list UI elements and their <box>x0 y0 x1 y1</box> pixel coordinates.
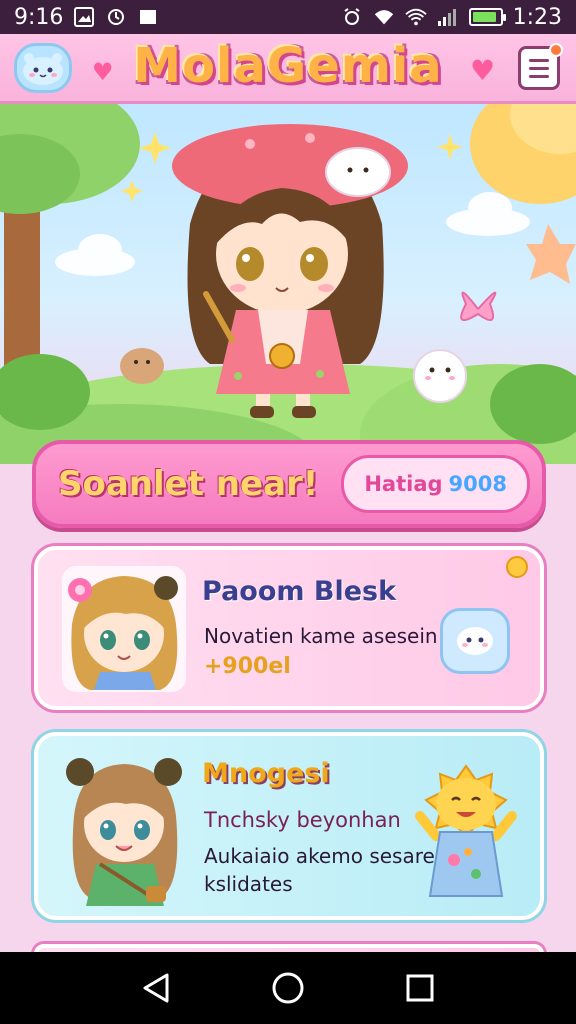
status-bar: 9:16 1:23 <box>0 0 576 34</box>
status-clock: 1:23 <box>512 4 562 30</box>
hero-scene <box>0 104 576 464</box>
event-banner[interactable]: Soanlet near! Hatiag 9008 <box>32 440 546 528</box>
menu-line <box>529 74 549 78</box>
chat-bubble-icon <box>457 627 493 655</box>
back-button[interactable] <box>126 958 186 1018</box>
battery-icon <box>468 8 506 26</box>
heart-icon: ♥ <box>470 54 496 87</box>
battery-level <box>472 12 496 22</box>
home-button[interactable] <box>258 958 318 1018</box>
card-description: Aukaiaio akemo sesare <box>204 844 435 868</box>
character-card[interactable]: Mnogesi Tnchsky beyonhan Aukaiaio akemo … <box>34 732 544 920</box>
cell-signal-icon <box>437 6 459 28</box>
menu-line <box>529 66 549 70</box>
menu-line <box>529 58 549 62</box>
card-description: Novatien kame asesein <box>204 624 438 648</box>
status-time: 9:16 <box>14 4 64 30</box>
character-card[interactable]: Paoom Blesk Novatien kame asesein +900el <box>34 546 544 710</box>
rating-value: 9008 <box>448 472 507 496</box>
card-reward: +900el <box>204 654 291 679</box>
notification-dot <box>549 43 563 57</box>
mascot-character <box>415 764 517 897</box>
sync-icon <box>105 6 127 28</box>
home-circle-icon <box>272 972 304 1004</box>
alarm-icon <box>341 6 363 28</box>
card-title: Mnogesi <box>202 758 330 789</box>
wifi-icon <box>373 6 395 28</box>
card-description-cont: kslidates <box>204 872 293 896</box>
card-subtitle: Tnchsky beyonhan <box>204 808 401 832</box>
character-avatar <box>66 758 182 906</box>
recents-square-icon <box>406 974 434 1002</box>
gallery-icon <box>73 6 95 28</box>
card-title: Paoom Blesk <box>202 576 397 607</box>
emoji-badge-icon <box>506 556 528 578</box>
status-left: 9:16 <box>14 5 159 30</box>
recents-button[interactable] <box>390 958 450 1018</box>
hero-illustration <box>0 104 576 464</box>
notification-square-icon <box>137 6 159 28</box>
chat-button[interactable] <box>440 608 510 674</box>
status-right: 1:23 <box>341 5 562 30</box>
rating-pill[interactable]: Hatiag 9008 <box>341 455 530 513</box>
wifi-signal-icon <box>404 6 427 28</box>
app-header: ♥ MolaGemia ♥ <box>0 34 576 104</box>
system-nav-bar <box>0 952 576 1024</box>
banner-title: Soanlet near! <box>58 464 319 504</box>
back-triangle-icon <box>143 973 169 1003</box>
character-avatar <box>62 566 186 692</box>
rating-label: Hatiag <box>364 472 443 496</box>
menu-button[interactable] <box>518 43 563 90</box>
